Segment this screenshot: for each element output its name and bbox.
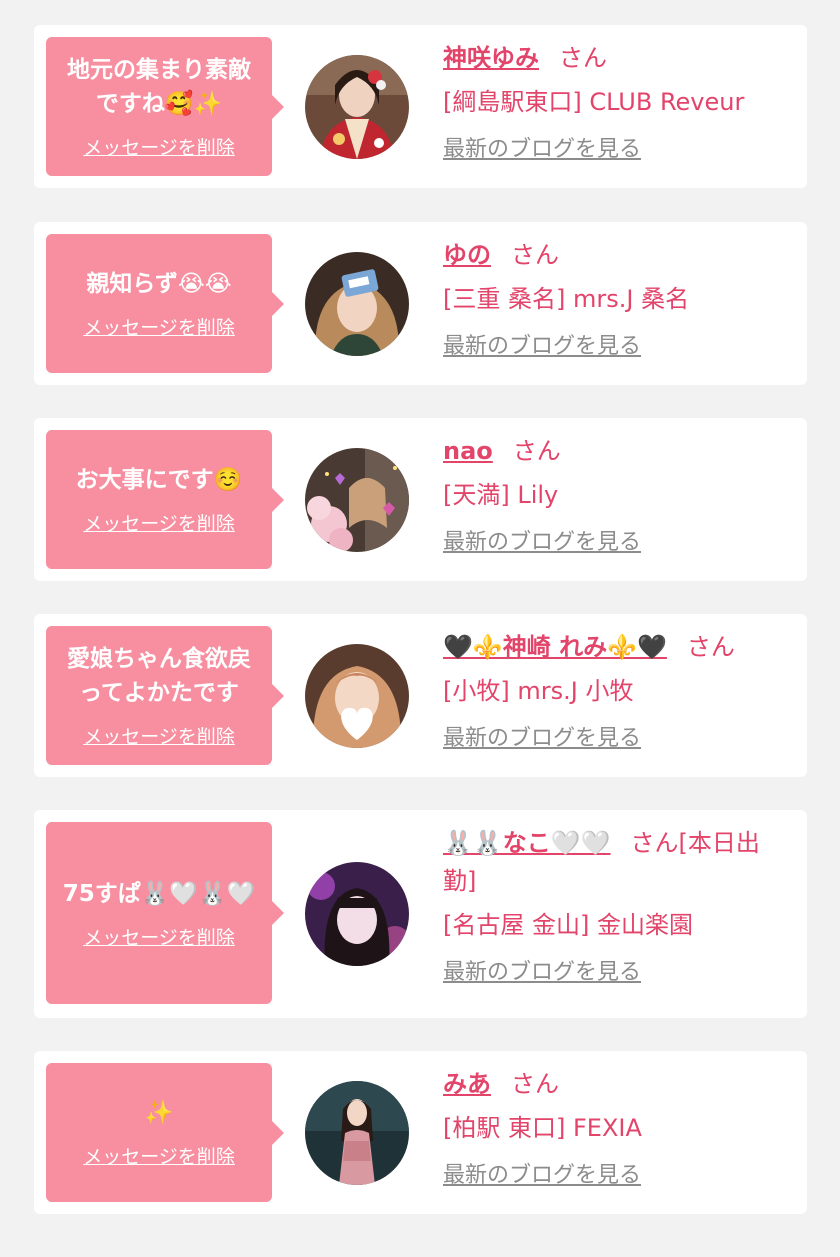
honorific: さん [511, 1070, 559, 1098]
name-line: ゆの さん [443, 236, 785, 274]
message-card: 愛娘ちゃん食欲戻ってよかたです メッセージを削除 🖤⚜️神崎 れみ⚜️🖤 さん [… [34, 614, 807, 777]
cast-name-link[interactable]: ゆの [443, 241, 491, 269]
name-line: 🖤⚜️神崎 れみ⚜️🖤 さん [443, 628, 785, 666]
message-card: 地元の集まり素敵ですね🥰✨ メッセージを削除 神咲ゆみ さん [綱島駅東口] CL… [34, 25, 807, 188]
latest-blog-link[interactable]: 最新のブログを見る [443, 332, 641, 362]
woman-in-kimono-avatar[interactable] [305, 55, 409, 159]
message-bubble: ✨ メッセージを削除 [46, 1063, 272, 1202]
cast-name-link[interactable]: 神咲ゆみ [443, 44, 539, 72]
shop-name: [三重 桑名] mrs.J 桑名 [443, 285, 690, 313]
message-card: お大事にです☺️ メッセージを削除 nao さん [天満] Lily 最新のブロ… [34, 418, 807, 581]
message-text: 愛娘ちゃん食欲戻ってよかたです [67, 646, 251, 706]
name-line: 神咲ゆみ さん [443, 39, 785, 77]
cast-name-link[interactable]: 🐰🐰なこ🤍🤍 [443, 829, 611, 857]
delete-message-link[interactable]: メッセージを削除 [83, 722, 235, 749]
profile-info: 神咲ゆみ さん [綱島駅東口] CLUB Reveur 最新のブログを見る [443, 39, 785, 165]
honorific: さん [559, 44, 607, 72]
message-card: 75すぱ🐰🤍🐰🤍 メッセージを削除 🐰🐰なこ🤍🤍 さん[本日出勤] [名古屋 金山… [34, 810, 807, 1018]
cast-name-link[interactable]: nao [443, 437, 493, 465]
name-line: nao さん [443, 432, 785, 470]
profile-info: nao さん [天満] Lily 最新のブログを見る [443, 432, 785, 558]
profile-info: ゆの さん [三重 桑名] mrs.J 桑名 最新のブログを見る [443, 236, 785, 362]
honorific: さん [511, 241, 559, 269]
message-text: 親知らず😭😭 [86, 271, 232, 297]
shop-name: [小牧] mrs.J 小牧 [443, 677, 634, 705]
latest-blog-link[interactable]: 最新のブログを見る [443, 135, 641, 165]
name-line: みあ さん [443, 1065, 785, 1103]
latest-blog-link[interactable]: 最新のブログを見る [443, 528, 641, 558]
woman-with-flowers-avatar[interactable] [305, 448, 409, 552]
profile-info: みあ さん [柏駅 東口] FEXIA 最新のブログを見る [443, 1065, 785, 1191]
message-bubble: 親知らず😭😭 メッセージを削除 [46, 234, 272, 373]
honorific: さん [512, 437, 561, 465]
message-bubble: 75すぱ🐰🤍🐰🤍 メッセージを削除 [46, 822, 272, 1004]
woman-with-heart-sticker-avatar[interactable] [305, 644, 409, 748]
shop-name: [天満] Lily [443, 481, 559, 509]
message-bubble: お大事にです☺️ メッセージを削除 [46, 430, 272, 569]
woman-purple-light-avatar[interactable] [305, 862, 409, 966]
delete-message-link[interactable]: メッセージを削除 [83, 923, 235, 950]
message-card: ✨ メッセージを削除 みあ さん [柏駅 東口] FEXIA 最新のブログを見る [34, 1051, 807, 1214]
delete-message-link[interactable]: メッセージを削除 [83, 133, 235, 160]
latest-blog-link[interactable]: 最新のブログを見る [443, 724, 641, 754]
message-bubble: 愛娘ちゃん食欲戻ってよかたです メッセージを削除 [46, 626, 272, 765]
delete-message-link[interactable]: メッセージを削除 [83, 509, 235, 536]
latest-blog-link[interactable]: 最新のブログを見る [443, 958, 641, 988]
honorific: さん [686, 633, 735, 661]
profile-info: 🖤⚜️神崎 れみ⚜️🖤 さん [小牧] mrs.J 小牧 最新のブログを見る [443, 628, 785, 754]
shop-name: [柏駅 東口] FEXIA [443, 1114, 642, 1142]
cast-name-link[interactable]: みあ [443, 1070, 491, 1098]
message-list: 地元の集まり素敵ですね🥰✨ メッセージを削除 神咲ゆみ さん [綱島駅東口] CL… [0, 0, 840, 1257]
name-line: 🐰🐰なこ🤍🤍 さん[本日出勤] [443, 824, 785, 900]
message-text: 75すぱ🐰🤍🐰🤍 [62, 880, 256, 907]
message-text: ✨ [144, 1100, 174, 1126]
shop-name: [名古屋 金山] 金山楽園 [443, 911, 693, 939]
woman-in-dress-avatar[interactable] [305, 1081, 409, 1185]
honorific: さん [630, 829, 679, 857]
shop-name: [綱島駅東口] CLUB Reveur [443, 88, 745, 116]
message-text: お大事にです☺️ [75, 467, 243, 493]
message-text: 地元の集まり素敵ですね🥰✨ [67, 57, 251, 117]
message-bubble: 地元の集まり素敵ですね🥰✨ メッセージを削除 [46, 37, 272, 176]
profile-info: 🐰🐰なこ🤍🤍 さん[本日出勤] [名古屋 金山] 金山楽園 最新のブログを見る [443, 824, 785, 988]
delete-message-link[interactable]: メッセージを削除 [83, 313, 235, 340]
message-card: 親知らず😭😭 メッセージを削除 ゆの さん [三重 桑名] mrs.J 桑名 最新… [34, 222, 807, 385]
latest-blog-link[interactable]: 最新のブログを見る [443, 1161, 641, 1191]
cast-name-link[interactable]: 🖤⚜️神崎 れみ⚜️🖤 [443, 633, 667, 661]
woman-holding-card-avatar[interactable] [305, 252, 409, 356]
delete-message-link[interactable]: メッセージを削除 [83, 1142, 235, 1169]
